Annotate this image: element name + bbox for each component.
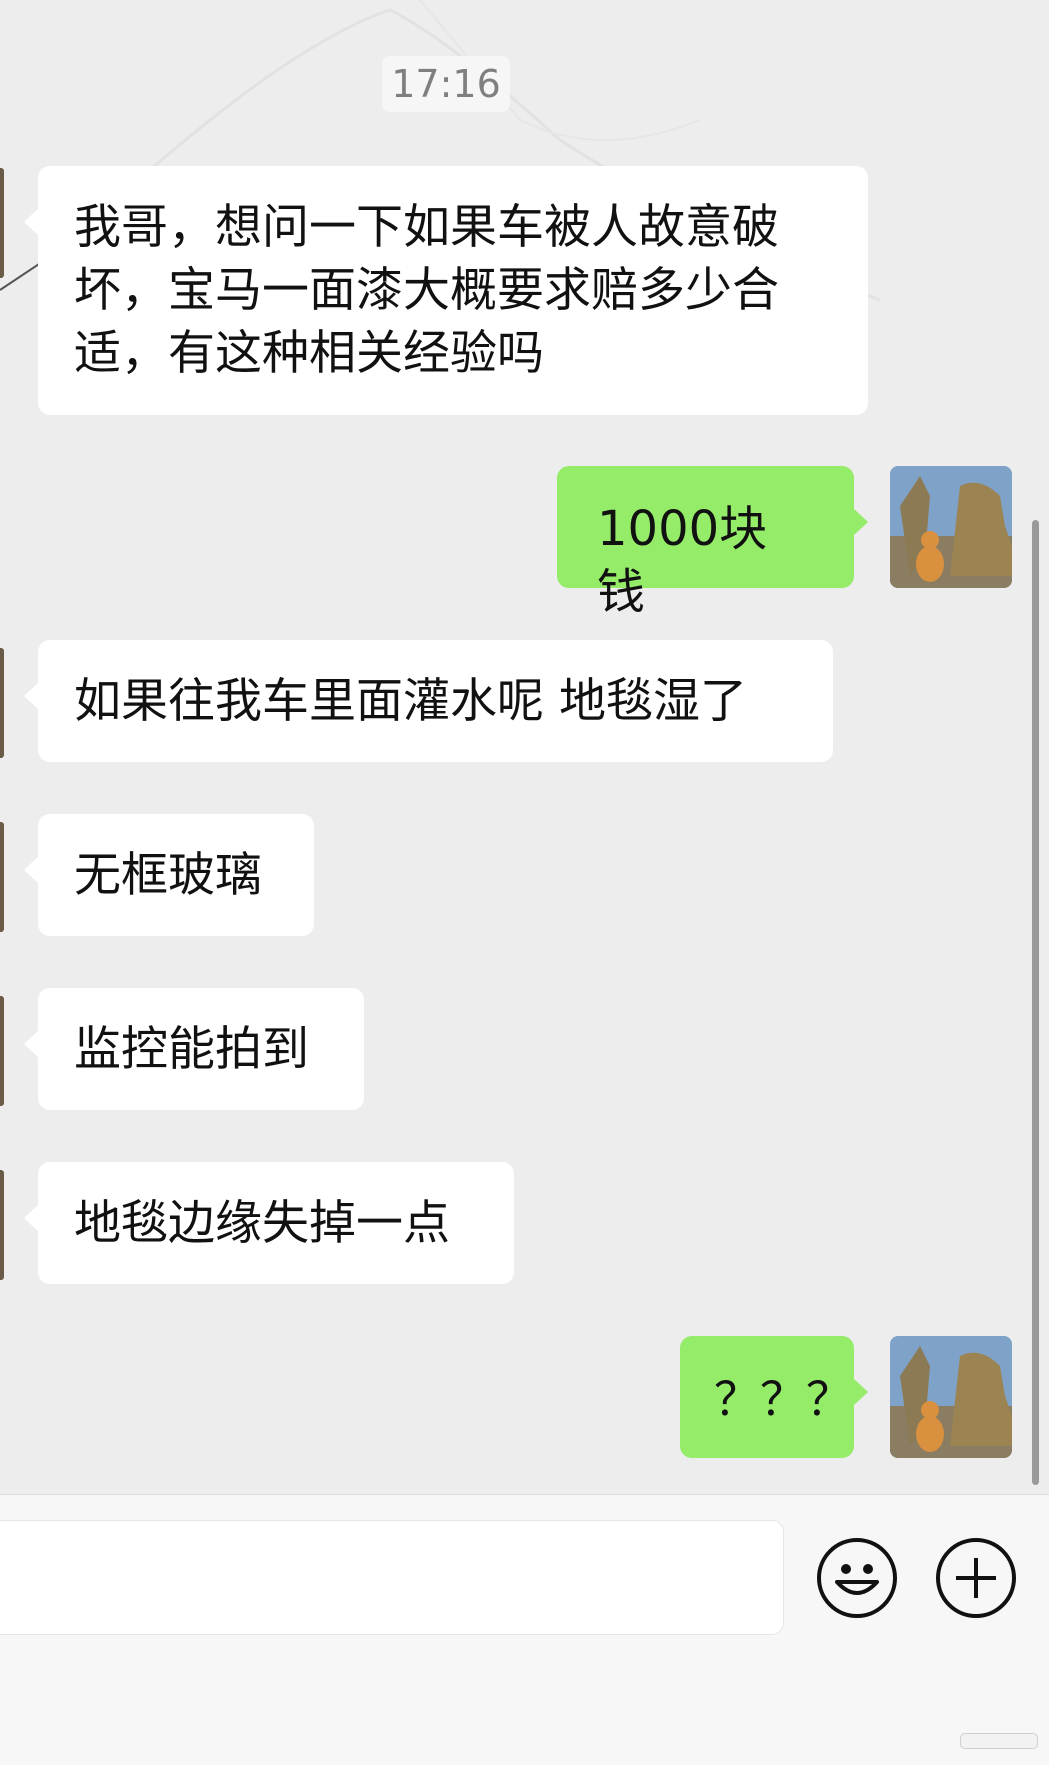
contact-avatar[interactable] xyxy=(0,996,4,1106)
message-bubble-incoming[interactable]: 监控能拍到 xyxy=(24,988,364,1110)
chat-scrollbar[interactable] xyxy=(1032,520,1039,1485)
message-text: 1000块钱 xyxy=(597,501,768,620)
dog-statue-avatar-icon xyxy=(890,466,1012,588)
plus-circle-icon xyxy=(956,1558,996,1598)
message-text: 监控能拍到 xyxy=(74,1022,309,1077)
contact-avatar[interactable] xyxy=(0,168,4,278)
message-text: 我哥，想问一下如果车被人故意破坏，宝马一面漆大概要求赔多少合适，有这种相关经验吗 xyxy=(74,200,779,381)
message-bubble-outgoing[interactable]: 1000块钱 xyxy=(557,466,868,620)
my-avatar[interactable] xyxy=(890,1336,1012,1458)
message-bubble-incoming[interactable]: 地毯边缘失掉一点 xyxy=(24,1162,514,1284)
message-bubble-incoming[interactable]: 如果往我车里面灌水呢 地毯湿了 xyxy=(24,640,833,762)
message-bubble-outgoing[interactable]: ？？？ xyxy=(680,1336,868,1458)
smiley-face-icon xyxy=(835,1564,879,1595)
emoji-button[interactable] xyxy=(817,1538,897,1618)
my-avatar[interactable] xyxy=(890,466,1012,588)
message-text: 无框玻璃 xyxy=(74,848,262,903)
contact-avatar[interactable] xyxy=(0,1170,4,1280)
message-input[interactable] xyxy=(0,1520,784,1635)
message-text: 如果往我车里面灌水呢 地毯湿了 xyxy=(74,674,747,729)
dog-statue-avatar-icon xyxy=(890,1336,1012,1458)
contact-avatar[interactable] xyxy=(0,822,4,932)
message-bubble-incoming[interactable]: 我哥，想问一下如果车被人故意破坏，宝马一面漆大概要求赔多少合适，有这种相关经验吗 xyxy=(24,166,868,415)
message-bubble-incoming[interactable]: 无框玻璃 xyxy=(24,814,314,936)
home-indicator xyxy=(960,1733,1038,1749)
message-text: ？？？ xyxy=(714,1372,852,1426)
more-button[interactable] xyxy=(936,1538,1016,1618)
chat-timestamp: 17:16 xyxy=(382,56,510,112)
message-text: 地毯边缘失掉一点 xyxy=(74,1196,450,1251)
chat-screen: 17:16 我哥，想问一下如果车被人故意破坏，宝马一面漆大概要求赔多少合适，有这… xyxy=(0,0,1049,1765)
contact-avatar[interactable] xyxy=(0,648,4,758)
